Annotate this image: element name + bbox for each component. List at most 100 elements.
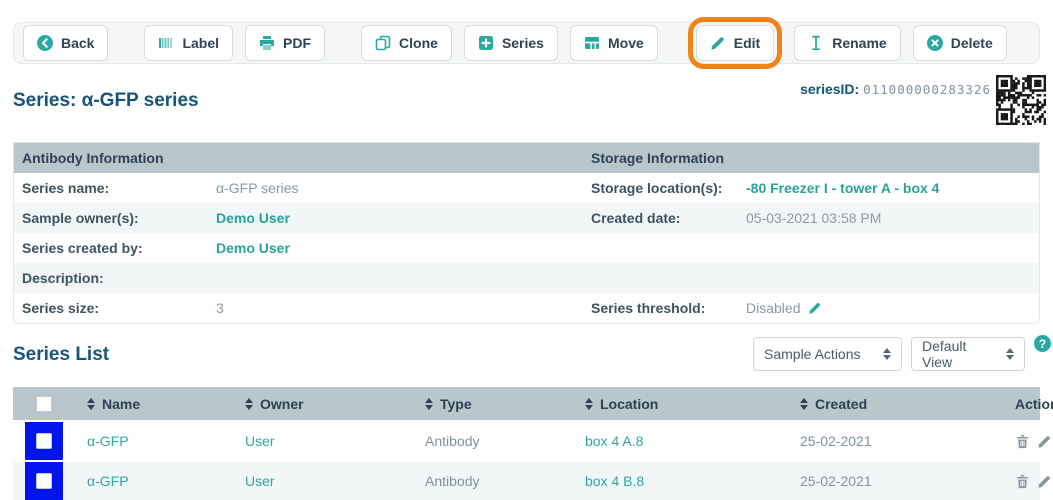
button-label: Back <box>61 35 95 51</box>
column-label: Owner <box>260 395 304 412</box>
column-header-owner[interactable]: Owner <box>233 396 413 412</box>
edit-button[interactable]: Edit <box>695 25 775 61</box>
series-list-controls: Sample Actions Default View ? <box>753 335 1051 371</box>
edit-threshold-pencil-icon[interactable] <box>808 301 822 315</box>
type-cell: Antibody <box>425 433 480 449</box>
field-label: Series size: <box>22 300 100 316</box>
storage-location-link[interactable]: -80 Freezer I - tower A - box 4 <box>746 180 939 196</box>
plus-square-icon <box>478 35 494 51</box>
column-label: Created <box>815 395 868 412</box>
pdf-button[interactable]: PDF <box>245 25 326 61</box>
sort-icon <box>87 397 95 410</box>
series-button[interactable]: Series <box>463 25 558 61</box>
move-button[interactable]: Move <box>569 25 658 61</box>
clone-button[interactable]: Clone <box>361 25 452 61</box>
trash-icon[interactable] <box>1015 434 1030 449</box>
created-cell: 25-02-2021 <box>800 473 872 489</box>
series-size-value: 3 <box>216 300 224 316</box>
barcode-icon <box>158 35 174 51</box>
button-label: Delete <box>950 35 993 51</box>
checkbox-highlight-annotation <box>25 462 63 500</box>
sample-owner-link[interactable]: Demo User <box>216 210 290 226</box>
field-label: Series created by: <box>22 240 143 256</box>
button-label: Move <box>607 35 644 51</box>
field-label: Series threshold: <box>591 300 706 316</box>
table-grid-icon <box>584 35 600 51</box>
text-cursor-icon <box>808 35 824 51</box>
series-id: seriesID: 011000000283326 <box>800 81 991 97</box>
owner-link[interactable]: User <box>245 473 275 489</box>
sample-name-link[interactable]: α-GFP <box>87 433 129 449</box>
toolbar: Back Label PDF Clone Series Move Edit Re… <box>13 17 1040 69</box>
sort-icon <box>585 397 593 410</box>
type-cell: Antibody <box>425 473 480 489</box>
dropdown-value: Sample Actions <box>764 346 861 362</box>
row-checkbox[interactable] <box>36 473 52 489</box>
column-header-type[interactable]: Type <box>413 396 573 412</box>
view-dropdown[interactable]: Default View <box>911 337 1025 371</box>
column-header-name[interactable]: Name <box>75 396 233 412</box>
button-label: Rename <box>832 35 887 51</box>
table-row: α-GFP User Antibody box 4 A.8 25-02-2021 <box>13 420 1050 460</box>
column-header-location[interactable]: Location <box>573 396 788 412</box>
back-circle-icon <box>37 35 53 51</box>
series-threshold-value: Disabled <box>746 300 801 316</box>
info-row: Description: <box>14 263 1039 293</box>
field-label: Created date: <box>591 210 681 226</box>
x-circle-icon <box>926 35 943 51</box>
table-header-row: Name Owner Type Location Created Action <box>13 387 1053 420</box>
edit-highlight-annotation: Edit <box>687 17 783 69</box>
info-panel: Antibody Information Storage Information… <box>13 142 1040 324</box>
series-list-table: Name Owner Type Location Created Action … <box>13 387 1053 500</box>
button-label: Edit <box>733 35 761 51</box>
qr-code <box>996 75 1047 126</box>
created-date-value: 05-03-2021 03:58 PM <box>746 210 882 226</box>
page-title: Series: α-GFP series <box>13 90 199 111</box>
pencil-icon <box>710 35 726 51</box>
sort-icon <box>425 397 433 410</box>
sample-actions-dropdown[interactable]: Sample Actions <box>753 337 902 371</box>
printer-icon <box>259 35 275 51</box>
column-header-created[interactable]: Created <box>788 396 1003 412</box>
owner-link[interactable]: User <box>245 433 275 449</box>
series-id-value: 011000000283326 <box>863 82 991 97</box>
info-row: Sample owner(s): Demo User Created date:… <box>14 203 1039 233</box>
series-id-label: seriesID: <box>800 81 860 97</box>
sample-name-link[interactable]: α-GFP <box>87 473 129 489</box>
info-row: Series name: α-GFP series Storage locati… <box>14 173 1039 203</box>
button-label: Series <box>501 35 544 51</box>
field-label: Sample owner(s): <box>22 210 139 226</box>
table-row: α-GFP User Antibody box 4 B.8 25-02-2021 <box>13 460 1050 500</box>
label-button[interactable]: Label <box>144 25 234 61</box>
info-panel-header: Antibody Information Storage Information <box>14 143 1039 173</box>
column-label: Action <box>1015 395 1053 412</box>
location-link[interactable]: box 4 B.8 <box>585 473 644 489</box>
edit-row-pencil-icon[interactable] <box>1037 474 1052 489</box>
edit-row-pencil-icon[interactable] <box>1037 434 1052 449</box>
dropdown-arrows-icon <box>1006 348 1014 360</box>
location-link[interactable]: box 4 A.8 <box>585 433 643 449</box>
checkbox-highlight-annotation <box>25 422 63 460</box>
button-label: PDF <box>283 35 312 51</box>
series-created-by-link[interactable]: Demo User <box>216 240 290 256</box>
info-row: Series size: 3 Series threshold: Disable… <box>14 293 1039 323</box>
back-button[interactable]: Back <box>23 25 109 61</box>
sort-icon <box>800 397 808 410</box>
sort-icon <box>245 397 253 410</box>
field-label: Storage location(s): <box>591 180 723 196</box>
select-all-checkbox[interactable] <box>36 395 52 412</box>
delete-button[interactable]: Delete <box>912 25 1007 61</box>
rename-button[interactable]: Rename <box>794 25 901 61</box>
storage-information-title: Storage Information <box>591 150 725 166</box>
row-checkbox[interactable] <box>36 433 52 449</box>
button-label: Clone <box>399 35 438 51</box>
info-row: Series created by: Demo User <box>14 233 1039 263</box>
help-icon[interactable]: ? <box>1034 335 1051 352</box>
created-cell: 25-02-2021 <box>800 433 872 449</box>
column-label: Name <box>102 395 141 412</box>
field-label: Description: <box>22 270 104 286</box>
trash-icon[interactable] <box>1015 474 1030 489</box>
button-label: Label <box>182 35 220 51</box>
series-name-value: α-GFP series <box>216 180 299 196</box>
copy-icon <box>375 35 391 51</box>
